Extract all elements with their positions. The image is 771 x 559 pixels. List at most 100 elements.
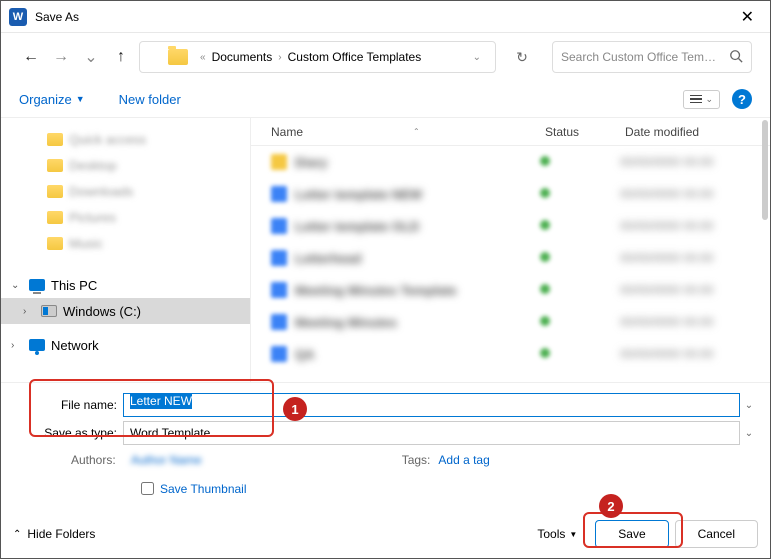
- close-button[interactable]: ✕: [733, 3, 762, 31]
- file-name: Diary: [295, 155, 540, 170]
- add-tag[interactable]: Add a tag: [438, 453, 489, 467]
- file-icon: [271, 154, 287, 170]
- word-icon: W: [9, 8, 27, 26]
- forward-button[interactable]: →: [49, 45, 73, 69]
- savetype-row: Save as type: Word Template ⌄: [13, 421, 758, 445]
- breadcrumb-prefix: «: [200, 52, 206, 63]
- address-bar[interactable]: « Documents › Custom Office Templates ⌄: [139, 41, 496, 73]
- pc-icon: [29, 279, 45, 291]
- save-as-dialog: W Save As ✕ ← → ⌄ ↑ « Documents › Custom…: [0, 0, 771, 559]
- folder-icon: [47, 211, 63, 224]
- savetype-combo[interactable]: Word Template: [123, 421, 740, 445]
- file-list[interactable]: Name⌃ Status Date modified Diary 00/00/00…: [251, 118, 770, 382]
- tree-this-pc[interactable]: ⌄This PC: [1, 272, 250, 298]
- file-row[interactable]: QA00/00/0000 00:00: [251, 338, 770, 370]
- help-button[interactable]: ?: [732, 89, 752, 109]
- tree-folder-item[interactable]: Quick access: [1, 126, 250, 152]
- view-button[interactable]: ⌄: [683, 90, 720, 109]
- file-status: [540, 217, 620, 235]
- col-date[interactable]: Date modified: [625, 125, 770, 139]
- address-dropdown[interactable]: ⌄: [467, 52, 487, 63]
- folder-icon: [47, 133, 63, 146]
- tree-folder-item[interactable]: Pictures: [1, 204, 250, 230]
- breadcrumb-sep: ›: [278, 52, 281, 63]
- folder-icon: [47, 159, 63, 172]
- main-area: Quick access Desktop Downloads Pictures …: [1, 117, 770, 383]
- savetype-dropdown[interactable]: ⌄: [740, 428, 758, 439]
- file-name: Meeting Minutes Template: [295, 283, 540, 298]
- dialog-title: Save As: [35, 10, 79, 24]
- folder-icon: [47, 237, 63, 250]
- file-list-header: Name⌃ Status Date modified: [251, 118, 770, 146]
- file-name: Letterhead: [295, 251, 540, 266]
- meta-row: Authors: Author Name Tags: Add a tag: [13, 449, 758, 471]
- file-row[interactable]: Letterhead 00/00/0000 00:00: [251, 242, 770, 274]
- sort-indicator: ⌃: [413, 127, 420, 136]
- scrollbar-thumb[interactable]: [762, 120, 768, 220]
- file-row[interactable]: Diary 00/00/0000 00:00: [251, 146, 770, 178]
- file-row[interactable]: Letter template OLD 00/00/0000 00:00: [251, 210, 770, 242]
- tags-label: Tags:: [402, 453, 431, 467]
- file-status: [540, 153, 620, 171]
- file-status: [540, 345, 620, 363]
- tree-windows-drive[interactable]: ›Windows (C:): [1, 298, 250, 324]
- tools-button[interactable]: Tools▼: [537, 527, 577, 541]
- nav-bar: ← → ⌄ ↑ « Documents › Custom Office Temp…: [1, 33, 770, 81]
- file-status: [540, 185, 620, 203]
- drive-icon: [41, 305, 57, 317]
- breadcrumb-custom-templates[interactable]: Custom Office Templates: [288, 50, 422, 64]
- authors-label: Authors:: [71, 453, 131, 467]
- up-button[interactable]: ↑: [109, 45, 133, 69]
- authors-value[interactable]: Author Name: [131, 453, 202, 467]
- tree-folder-item[interactable]: Music: [1, 230, 250, 256]
- file-row[interactable]: Letter template NEW00/00/0000 00:00: [251, 178, 770, 210]
- button-row: ⌃ Hide Folders Tools▼ 2 Save Cancel: [1, 510, 770, 558]
- savetype-label: Save as type:: [13, 426, 123, 440]
- new-folder-button[interactable]: New folder: [119, 92, 181, 107]
- hide-folders-button[interactable]: Hide Folders: [27, 527, 95, 541]
- organize-button[interactable]: Organize▼: [19, 92, 85, 107]
- file-date: 00/00/0000 00:00: [620, 187, 750, 201]
- breadcrumb-documents[interactable]: Documents: [212, 50, 273, 64]
- filename-input[interactable]: Letter NEW: [123, 393, 740, 417]
- save-thumbnail-checkbox[interactable]: [141, 482, 154, 495]
- tree-network[interactable]: ›Network: [1, 332, 250, 358]
- save-button[interactable]: Save: [595, 520, 668, 548]
- network-icon: [29, 339, 45, 351]
- file-icon: [271, 282, 287, 298]
- file-icon: [271, 218, 287, 234]
- nav-tree[interactable]: Quick access Desktop Downloads Pictures …: [1, 118, 251, 382]
- file-date: 00/00/0000 00:00: [620, 251, 750, 265]
- list-icon: [690, 95, 702, 104]
- file-date: 00/00/0000 00:00: [620, 219, 750, 233]
- tree-folder-item[interactable]: Downloads: [1, 178, 250, 204]
- cancel-button[interactable]: Cancel: [675, 520, 758, 548]
- filename-dropdown[interactable]: ⌄: [740, 400, 758, 411]
- filename-row: File name: Letter NEW ⌄: [13, 393, 758, 417]
- annotation-callout-1: 1: [283, 397, 307, 421]
- file-date: 00/00/0000 00:00: [620, 347, 750, 361]
- file-date: 00/00/0000 00:00: [620, 315, 750, 329]
- file-status: [540, 313, 620, 331]
- col-name[interactable]: Name⌃: [271, 125, 545, 139]
- search-input[interactable]: Search Custom Office Tem…: [552, 41, 752, 73]
- file-row[interactable]: Meeting Minutes Template00/00/0000 00:00: [251, 274, 770, 306]
- file-icon: [271, 186, 287, 202]
- folder-icon: [47, 185, 63, 198]
- toolbar: Organize▼ New folder ⌄ ?: [1, 81, 770, 117]
- file-icon: [271, 314, 287, 330]
- filename-label: File name:: [13, 398, 123, 412]
- file-date: 00/00/0000 00:00: [620, 155, 750, 169]
- file-status: [540, 249, 620, 267]
- file-icon: [271, 250, 287, 266]
- col-status[interactable]: Status: [545, 125, 625, 139]
- file-row[interactable]: Meeting Minutes00/00/0000 00:00: [251, 306, 770, 338]
- bottom-panel: 1 File name: Letter NEW ⌄ Save as type: …: [1, 383, 770, 510]
- back-button[interactable]: ←: [19, 45, 43, 69]
- file-name: Letter template OLD: [295, 219, 540, 234]
- save-thumbnail-label: Save Thumbnail: [160, 482, 247, 496]
- folder-icon: [168, 49, 188, 65]
- refresh-button[interactable]: ↻: [506, 41, 538, 73]
- recent-locations-button[interactable]: ⌄: [79, 45, 103, 69]
- tree-folder-item[interactable]: Desktop: [1, 152, 250, 178]
